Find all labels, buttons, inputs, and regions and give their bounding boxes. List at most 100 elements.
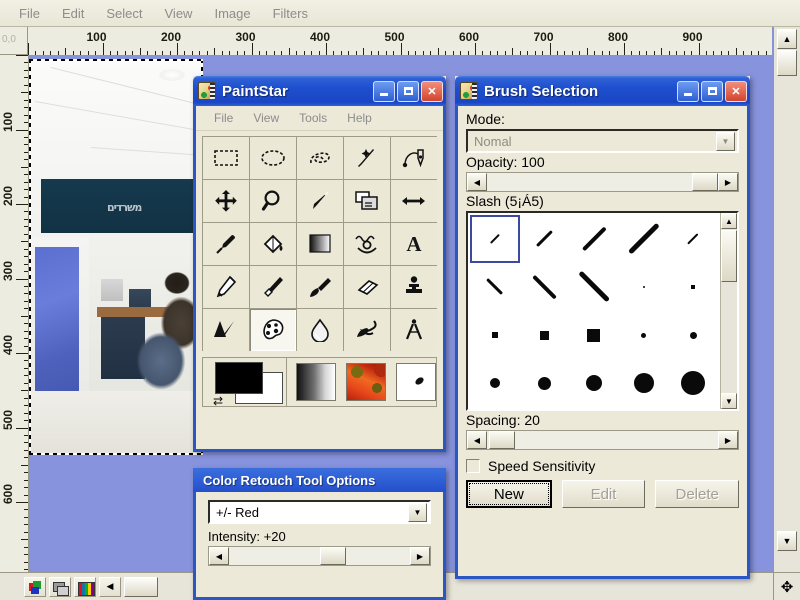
menu-item-filters[interactable]: Filters	[262, 4, 319, 23]
paintstar-menu-view[interactable]: View	[243, 110, 289, 126]
menu-item-select[interactable]: Select	[95, 4, 153, 23]
paintstar-menu-help[interactable]: Help	[337, 110, 382, 126]
knife-tool[interactable]	[297, 180, 343, 222]
effects-brush-tool[interactable]	[203, 309, 249, 351]
brush-cell[interactable]	[520, 215, 570, 263]
spacing-slider[interactable]: ◀ ▶	[466, 430, 739, 450]
palette-icon[interactable]	[74, 576, 96, 597]
move-tool[interactable]	[203, 180, 249, 222]
brush-cell[interactable]	[619, 359, 669, 407]
brush-cell[interactable]	[569, 407, 619, 409]
eraser-tool[interactable]	[344, 266, 390, 308]
brush-selection-window[interactable]: Brush Selection ✕ Mode: Nomal ▼ Opacity:…	[455, 76, 750, 579]
opacity-right-arrow[interactable]: ▶	[718, 173, 738, 191]
scroll-down-button[interactable]: ▼	[777, 531, 797, 551]
resize-tool[interactable]	[391, 180, 437, 222]
paintstar-close-button[interactable]: ✕	[421, 80, 443, 102]
brush-cell[interactable]	[520, 311, 570, 359]
retouch-mode-dropdown[interactable]: +/- Red ▼	[208, 500, 431, 524]
resize-grip[interactable]: ✥	[773, 572, 800, 600]
opacity-thumb[interactable]	[692, 173, 718, 191]
brush-cell[interactable]	[569, 311, 619, 359]
brush-titlebar[interactable]: Brush Selection ✕	[455, 76, 750, 106]
brush-cell[interactable]	[668, 263, 718, 311]
intensity-slider[interactable]: ◀ ▶	[208, 546, 431, 566]
menu-item-image[interactable]: Image	[203, 4, 261, 23]
brush-minimize-button[interactable]	[677, 80, 699, 102]
paintstar-window[interactable]: PaintStar ✕ File View Tools Help A ⇄	[193, 76, 446, 452]
brush-swatch[interactable]	[396, 363, 436, 401]
chevron-down-icon[interactable]: ▼	[408, 502, 427, 522]
eyedropper-tool[interactable]	[203, 223, 249, 265]
layer-copy-tool[interactable]	[344, 180, 390, 222]
brush-cell[interactable]	[569, 215, 619, 263]
opacity-track[interactable]	[487, 173, 718, 191]
color-retouch-panel[interactable]: Color Retouch Tool Options +/- Red ▼ Int…	[193, 468, 446, 600]
paintstar-minimize-button[interactable]	[373, 80, 395, 102]
spacing-track[interactable]	[487, 431, 718, 449]
brush-cell[interactable]	[470, 407, 520, 409]
paintstar-menu-tools[interactable]: Tools	[289, 110, 337, 126]
brush-cell[interactable]	[520, 407, 570, 409]
pencil-tool[interactable]	[203, 266, 249, 308]
brush-mode-dropdown[interactable]: Nomal ▼	[466, 129, 739, 153]
speed-sensitivity-row[interactable]: Speed Sensitivity	[466, 458, 739, 474]
brush-cell[interactable]	[470, 215, 520, 263]
brush-cell[interactable]	[569, 359, 619, 407]
warp-tool[interactable]	[344, 223, 390, 265]
fg-bg-swatch[interactable]: ⇄	[203, 358, 286, 408]
airbrush-tool[interactable]	[297, 266, 343, 308]
brush-maximize-button[interactable]	[701, 80, 723, 102]
brush-scroll-up[interactable]: ▲	[721, 213, 737, 229]
menu-item-view[interactable]: View	[154, 4, 204, 23]
swap-colors-icon[interactable]: ⇄	[213, 394, 223, 408]
vertical-scrollbar[interactable]: ▲ ▼	[773, 27, 800, 572]
intensity-track[interactable]	[229, 547, 410, 565]
brush-cell[interactable]	[668, 407, 718, 409]
brush-cell[interactable]	[668, 359, 718, 407]
chevron-down-icon[interactable]: ▼	[716, 131, 735, 151]
brush-scroll-thumb[interactable]	[721, 230, 737, 282]
brush-list-scrollbar[interactable]: ▲ ▼	[720, 213, 737, 409]
text-tool[interactable]: A	[391, 223, 437, 265]
brush-cell[interactable]	[619, 407, 669, 409]
clone-stamp-tool[interactable]	[391, 266, 437, 308]
brush-cell[interactable]	[569, 263, 619, 311]
lasso-select-tool[interactable]	[297, 137, 343, 179]
paint-bucket-tool[interactable]	[250, 223, 296, 265]
menu-item-file[interactable]: File	[8, 4, 51, 23]
zoom-tool[interactable]	[250, 180, 296, 222]
paintbrush-tool[interactable]	[250, 266, 296, 308]
color-retouch-tool[interactable]	[250, 309, 296, 351]
paintstar-maximize-button[interactable]	[397, 80, 419, 102]
paintstar-menu-file[interactable]: File	[204, 110, 243, 126]
pen-path-tool[interactable]	[391, 137, 437, 179]
brush-cell[interactable]	[520, 359, 570, 407]
delete-button[interactable]: Delete	[655, 480, 740, 508]
brush-list-box[interactable]: ▲ ▼	[466, 211, 739, 411]
gradient-tool[interactable]	[297, 223, 343, 265]
spacing-thumb[interactable]	[489, 431, 515, 449]
speed-sensitivity-checkbox[interactable]	[466, 459, 480, 473]
spacing-right-arrow[interactable]: ▶	[718, 431, 738, 449]
spacing-left-arrow[interactable]: ◀	[467, 431, 487, 449]
rectangle-select-tool[interactable]	[203, 137, 249, 179]
menu-item-edit[interactable]: Edit	[51, 4, 95, 23]
paintstar-titlebar[interactable]: PaintStar ✕	[193, 76, 446, 106]
intensity-left-arrow[interactable]: ◀	[209, 547, 229, 565]
opacity-slider[interactable]: ◀ ▶	[466, 172, 739, 192]
brush-cell[interactable]	[470, 311, 520, 359]
intensity-right-arrow[interactable]: ▶	[410, 547, 430, 565]
texture-swatch[interactable]	[346, 363, 387, 401]
brush-scroll-down[interactable]: ▼	[721, 393, 737, 409]
brush-cell[interactable]	[619, 263, 669, 311]
intensity-thumb[interactable]	[319, 547, 346, 565]
brush-cell[interactable]	[520, 263, 570, 311]
layers-icon[interactable]	[49, 576, 71, 597]
foreground-color-swatch[interactable]	[215, 362, 263, 394]
gradient-swatch[interactable]	[296, 363, 337, 401]
brush-cell[interactable]	[668, 311, 718, 359]
brush-cell[interactable]	[470, 359, 520, 407]
brush-cell[interactable]	[470, 263, 520, 311]
compass-measure-tool[interactable]	[391, 309, 437, 351]
